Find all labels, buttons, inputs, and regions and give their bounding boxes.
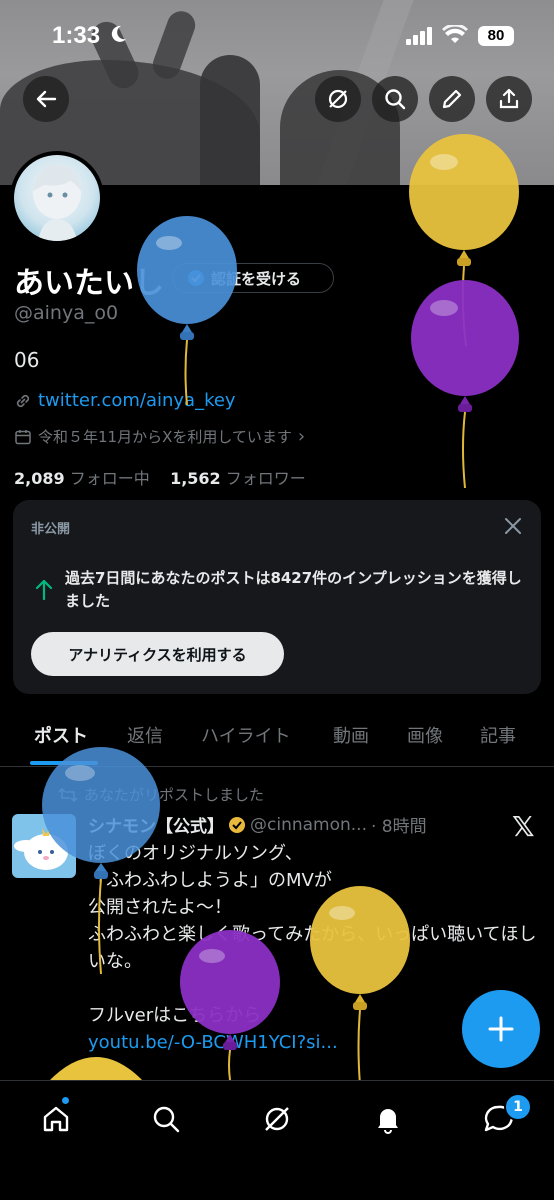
post-line: ふわふわと楽しく歌ってみたから、いっぱい聴いてほしいな。 [88, 924, 537, 972]
nav-notifications[interactable] [370, 1101, 406, 1137]
verified-badge-icon [188, 270, 204, 286]
get-verified-label: 認証を受ける [211, 269, 302, 288]
tab-videos[interactable]: 動画 [333, 722, 369, 748]
profile-handle: @ainya_o0 [14, 302, 119, 324]
tab-replies[interactable]: 返信 [127, 722, 163, 748]
analytics-button[interactable]: アナリティクスを利用する [31, 632, 284, 676]
card-message: 過去7日間にあなたのポストは8427件のインプレッションを獲得しました [65, 569, 522, 610]
calendar-icon [15, 429, 31, 444]
post-author-handle[interactable]: @cinnamon... [250, 815, 367, 835]
signal-icon [406, 27, 432, 45]
repost-icon [58, 787, 78, 802]
notifications-icon [378, 1109, 398, 1134]
close-icon[interactable] [503, 516, 523, 536]
balloon-yellow-bottom [48, 1057, 144, 1082]
arrow-up-icon [35, 579, 53, 600]
verified-badge-icon [229, 816, 245, 833]
search-icon [153, 1106, 180, 1133]
nav-search[interactable] [148, 1101, 184, 1137]
repost-label: あなたがリポストしました [84, 786, 265, 804]
active-tab-indicator [30, 761, 98, 765]
status-time: 1:33 [52, 22, 101, 49]
tab-highlights[interactable]: ハイライト [201, 722, 291, 748]
profile-link[interactable]: twitter.com/ainya_key [14, 390, 236, 411]
profile-name: あいたいし [14, 266, 164, 301]
repost-indicator: あなたがリポストしました [58, 784, 264, 805]
followers-link[interactable]: 1,562 フォロワー [170, 469, 306, 488]
home-icon [43, 1106, 69, 1132]
balloon-blue-left [137, 216, 237, 405]
profile-link-text[interactable]: twitter.com/ainya_key [38, 390, 236, 411]
post-line [88, 975, 538, 1002]
profile-joined[interactable]: 令和５年11月からXを利用しています › [14, 426, 305, 447]
tab-images[interactable]: 画像 [407, 722, 443, 748]
x-logo-icon: 𝕏 [512, 810, 535, 843]
moon-icon [111, 25, 126, 42]
grok-icon [328, 89, 348, 109]
avatar[interactable] [10, 151, 104, 245]
post-header: シナモン【公式】 @cinnamon... · 8時間 [88, 812, 427, 838]
compose-button[interactable] [462, 990, 540, 1068]
get-verified-button[interactable]: 認証を受ける [172, 263, 334, 293]
profile-tabs: ポスト 返信 ハイライト 動画 画像 記事 [0, 712, 554, 767]
post-author-avatar[interactable] [12, 814, 76, 878]
analytics-card: 非公開 過去7日間にあなたのポストは8427件のインプレッションを獲得しました … [13, 500, 541, 694]
home-unread-dot [62, 1097, 69, 1104]
post-line: 「ふわふわしようよ」のMVが [88, 870, 332, 891]
nav-home[interactable] [38, 1101, 74, 1137]
chevron-right-icon: › [297, 426, 306, 447]
nav-grok[interactable] [259, 1101, 295, 1137]
follow-stats: 2,089 フォロー中 1,562 フォロワー [14, 465, 306, 489]
profile-joined-text: 令和５年11月からXを利用しています [38, 428, 292, 446]
search-button[interactable] [372, 76, 418, 122]
share-icon [499, 88, 519, 109]
plus-icon [488, 1016, 514, 1042]
battery-indicator: 80 [478, 26, 514, 46]
back-button[interactable] [23, 76, 69, 122]
status-bar: 1:33 80 [0, 0, 554, 72]
search-icon [385, 89, 406, 110]
share-button[interactable] [486, 76, 532, 122]
edit-button[interactable] [429, 76, 475, 122]
card-private-label: 非公開 [31, 522, 71, 537]
messages-badge: 1 [504, 1093, 532, 1121]
grok-icon [265, 1107, 289, 1131]
post-author-name[interactable]: シナモン【公式】 [88, 812, 224, 837]
edit-icon [442, 89, 462, 109]
grok-button[interactable] [315, 76, 361, 122]
profile-bio: 06 [14, 348, 40, 372]
post-line: ぼくのオリジナルソング、 [88, 843, 303, 864]
bottom-nav [0, 1080, 554, 1200]
post-time: · 8時間 [370, 817, 427, 837]
following-link[interactable]: 2,089 フォロー中 [14, 469, 150, 488]
tab-articles[interactable]: 記事 [480, 722, 516, 748]
balloon-purple-right [411, 280, 519, 488]
back-arrow-icon [36, 90, 57, 108]
wifi-icon [442, 25, 468, 43]
link-icon [16, 394, 30, 407]
post-line: 公開されたよ～！ [88, 897, 232, 918]
tab-posts[interactable]: ポスト [34, 722, 88, 748]
